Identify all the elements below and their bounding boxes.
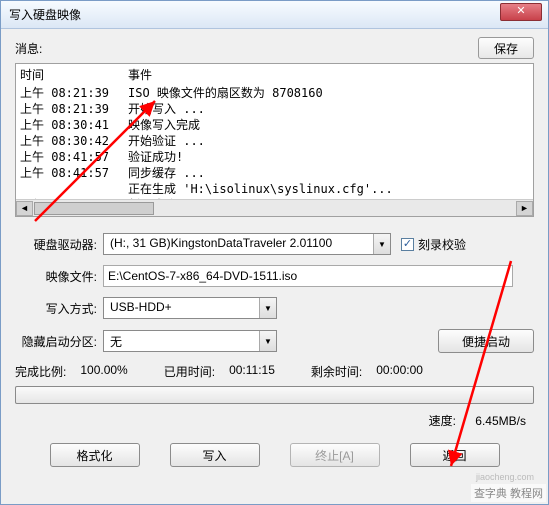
log-time: 上午 08:21:39 xyxy=(20,101,128,117)
horizontal-scrollbar[interactable]: ◄ ► xyxy=(16,199,533,216)
scroll-left-arrow-icon[interactable]: ◄ xyxy=(16,201,33,216)
scroll-thumb[interactable] xyxy=(34,202,154,215)
elapsed-value: 00:11:15 xyxy=(229,363,275,380)
speed-label: 速度: xyxy=(429,414,456,428)
log-time: 上午 08:21:39 xyxy=(20,85,128,101)
log-row: 上午 08:41:57同步缓存 ... xyxy=(20,165,529,181)
return-button[interactable]: 返回 xyxy=(410,443,500,467)
watermark-text: 查字典 教程网 xyxy=(471,484,546,502)
progress-bar xyxy=(15,386,534,404)
image-file-input[interactable] xyxy=(103,265,513,287)
log-row: 上午 08:30:42开始验证 ... xyxy=(20,133,529,149)
drive-select[interactable]: (H:, 31 GB)KingstonDataTraveler 2.01100 … xyxy=(103,233,391,255)
log-event: ISO 映像文件的扇区数为 8708160 xyxy=(128,85,323,101)
close-icon: ✕ xyxy=(516,5,525,17)
log-event: 正在生成 'H:\isolinux\syslinux.cfg'... xyxy=(128,181,393,197)
elapsed-label: 已用时间: xyxy=(164,363,215,380)
remaining-label: 剩余时间: xyxy=(311,363,362,380)
titlebar: 写入硬盘映像 ✕ xyxy=(1,1,548,29)
log-header: 时间 事件 xyxy=(16,64,533,85)
hidden-partition-label: 隐藏启动分区: xyxy=(15,333,103,350)
log-panel: 时间 事件 上午 08:21:39ISO 映像文件的扇区数为 8708160上午… xyxy=(15,63,534,217)
hidden-partition-value: 无 xyxy=(104,331,259,351)
log-event: 开始写入 ... xyxy=(128,101,205,117)
image-file-label: 映像文件: xyxy=(15,268,103,285)
log-event: 验证成功! xyxy=(128,149,183,165)
chevron-down-icon[interactable]: ▼ xyxy=(259,298,276,318)
close-button[interactable]: ✕ xyxy=(500,3,542,21)
stats-row: 完成比例: 100.00% 已用时间: 00:11:15 剩余时间: 00:00… xyxy=(15,363,534,380)
log-time: 上午 08:41:57 xyxy=(20,165,128,181)
burn-verify-checkbox[interactable]: ✓ 刻录校验 xyxy=(401,236,466,253)
log-time: 上午 08:30:42 xyxy=(20,133,128,149)
window-title: 写入硬盘映像 xyxy=(9,6,81,23)
checkbox-icon: ✓ xyxy=(401,238,414,251)
burn-verify-label: 刻录校验 xyxy=(418,236,466,253)
abort-button: 终止[A] xyxy=(290,443,380,467)
log-time xyxy=(20,181,128,197)
log-time: 上午 08:30:41 xyxy=(20,117,128,133)
message-label: 消息: xyxy=(15,40,42,57)
hidden-partition-select[interactable]: 无 ▼ xyxy=(103,330,277,352)
write-mode-value: USB-HDD+ xyxy=(104,298,259,318)
log-event: 开始验证 ... xyxy=(128,133,205,149)
drive-label: 硬盘驱动器: xyxy=(15,236,103,253)
format-button[interactable]: 格式化 xyxy=(50,443,140,467)
chevron-down-icon[interactable]: ▼ xyxy=(259,331,276,351)
log-header-time: 时间 xyxy=(20,66,128,83)
log-row: 上午 08:30:41映像写入完成 xyxy=(20,117,529,133)
log-row: 正在生成 'H:\isolinux\syslinux.cfg'... xyxy=(20,181,529,197)
dialog-window: 写入硬盘映像 ✕ 消息: 保存 时间 事件 上午 08:21:39ISO 映像文… xyxy=(0,0,549,505)
watermark-url: jiaocheng.com xyxy=(476,472,534,482)
completion-label: 完成比例: xyxy=(15,363,66,380)
log-row: 上午 08:21:39ISO 映像文件的扇区数为 8708160 xyxy=(20,85,529,101)
quick-boot-button[interactable]: 便捷启动 xyxy=(438,329,534,353)
log-event: 同步缓存 ... xyxy=(128,165,205,181)
save-button[interactable]: 保存 xyxy=(478,37,534,59)
scroll-right-arrow-icon[interactable]: ► xyxy=(516,201,533,216)
write-button[interactable]: 写入 xyxy=(170,443,260,467)
content-area: 消息: 保存 时间 事件 上午 08:21:39ISO 映像文件的扇区数为 87… xyxy=(1,29,548,475)
log-header-event: 事件 xyxy=(128,66,152,83)
log-time: 上午 08:41:57 xyxy=(20,149,128,165)
log-event: 映像写入完成 xyxy=(128,117,200,133)
speed-value: 6.45MB/s xyxy=(475,414,526,428)
write-mode-label: 写入方式: xyxy=(15,300,103,317)
chevron-down-icon[interactable]: ▼ xyxy=(373,234,390,254)
log-rows: 上午 08:21:39ISO 映像文件的扇区数为 8708160上午 08:21… xyxy=(16,85,533,213)
log-row: 上午 08:41:57验证成功! xyxy=(20,149,529,165)
write-mode-select[interactable]: USB-HDD+ ▼ xyxy=(103,297,277,319)
speed-row: 速度: 6.45MB/s xyxy=(15,412,534,429)
log-row: 上午 08:21:39开始写入 ... xyxy=(20,101,529,117)
drive-select-value: (H:, 31 GB)KingstonDataTraveler 2.01100 xyxy=(104,234,373,254)
completion-value: 100.00% xyxy=(80,363,127,380)
remaining-value: 00:00:00 xyxy=(376,363,423,380)
